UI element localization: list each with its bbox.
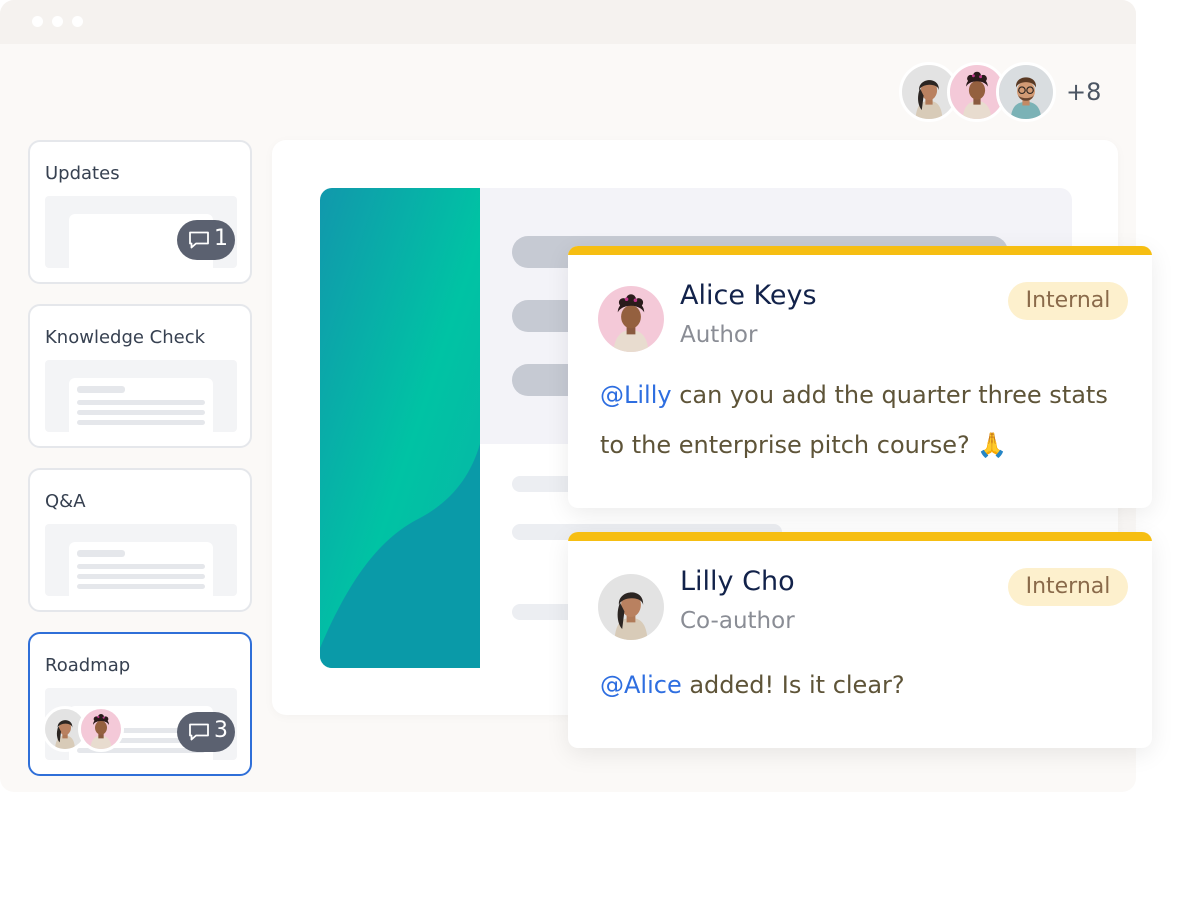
comment-text: @Alice added! Is it clear? [600, 660, 1130, 710]
slide-card-knowledge-check[interactable]: Knowledge Check [28, 304, 252, 448]
comment-count-badge[interactable]: 1 [177, 220, 235, 260]
window-dot [32, 16, 43, 27]
comment-author-name: Lilly Cho [680, 566, 795, 597]
thumbnail-line [77, 386, 125, 393]
comment-text: @Lilly can you add the quarter three sta… [600, 370, 1130, 470]
commenter-avatar [78, 706, 124, 752]
mention-link[interactable]: @Lilly [600, 381, 672, 409]
window-dot [52, 16, 63, 27]
thumbnail-line [77, 564, 205, 569]
slide-title: Knowledge Check [45, 327, 206, 348]
comment-body: added! Is it clear? [681, 671, 905, 699]
internal-tag: Internal [1008, 282, 1128, 320]
slide-title: Roadmap [45, 655, 131, 676]
thumbnail-content [69, 378, 213, 432]
slide-card-roadmap[interactable]: Roadmap 3 [28, 632, 252, 776]
comment-author-role: Co-author [680, 608, 795, 634]
window-titlebar [0, 0, 1136, 44]
comment-count: 1 [214, 226, 228, 251]
thumbnail-line [77, 584, 205, 589]
slide-thumbnail [45, 524, 237, 596]
thumbnail-line [77, 574, 205, 579]
comment-card[interactable]: Alice Keys Author Internal @Lilly can yo… [568, 246, 1152, 508]
slide-card-qa[interactable]: Q&A [28, 468, 252, 612]
thumbnail-line [77, 420, 205, 425]
comment-bubble-icon [189, 231, 209, 249]
slide-image-teal [320, 188, 480, 668]
comment-count-badge[interactable]: 3 [177, 712, 235, 752]
comment-bubble-icon [189, 723, 209, 741]
comment-author-name: Alice Keys [680, 280, 817, 311]
window-dot [72, 16, 83, 27]
collaborator-avatar[interactable] [996, 62, 1056, 122]
comment-author-avatar[interactable] [598, 574, 664, 640]
thumbnail-line [77, 550, 125, 557]
slide-card-updates[interactable]: Updates 1 [28, 140, 252, 284]
internal-tag: Internal [1008, 568, 1128, 606]
slide-thumbnail [45, 360, 237, 432]
thumbnail-line [77, 400, 205, 405]
mention-link[interactable]: @Alice [600, 671, 682, 699]
thumbnail-line [77, 410, 205, 415]
comment-count: 3 [214, 718, 228, 743]
collaborators-more-count[interactable]: +8 [1066, 78, 1101, 106]
comment-card[interactable]: Lilly Cho Co-author Internal @Alice adde… [568, 532, 1152, 748]
comment-card-accent [568, 532, 1152, 541]
comment-body: can you add the quarter three stats to t… [600, 381, 1108, 459]
comment-author-avatar[interactable] [598, 286, 664, 352]
comment-card-accent [568, 246, 1152, 255]
slide-title: Q&A [45, 491, 86, 512]
comment-author-role: Author [680, 322, 758, 348]
thumbnail-content [69, 542, 213, 596]
slide-title: Updates [45, 163, 120, 184]
